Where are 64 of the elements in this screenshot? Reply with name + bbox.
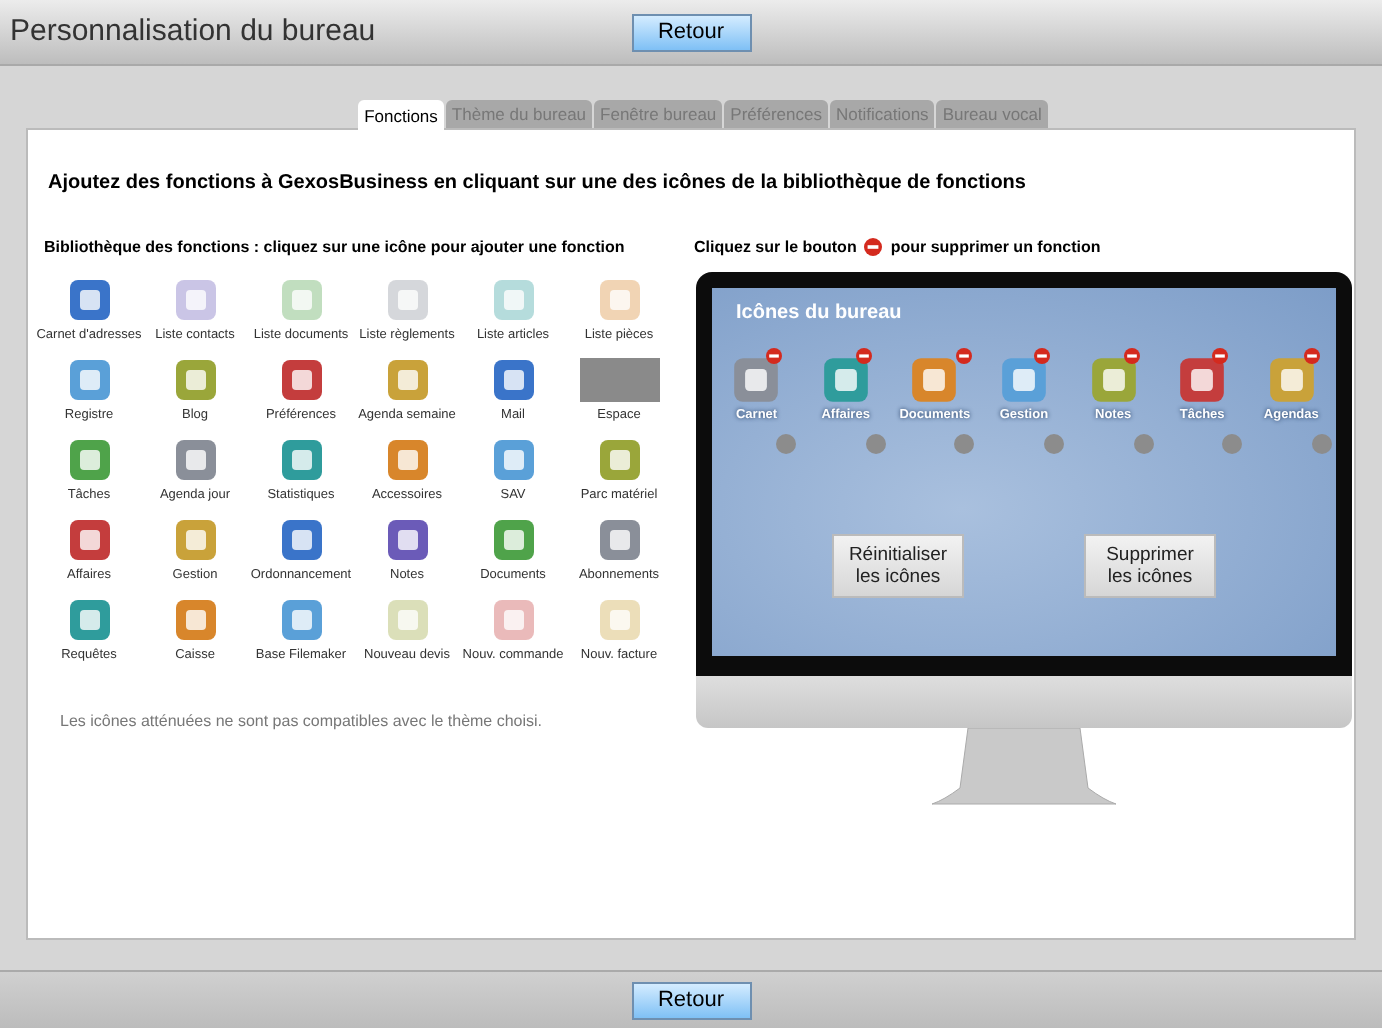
slot-dot-icon (1043, 434, 1064, 454)
tab[interactable]: Fonctions (358, 100, 444, 130)
tile-icon (597, 598, 641, 642)
tile-icon (173, 278, 217, 322)
back-button[interactable]: Retour (631, 13, 751, 51)
tile-icon (279, 598, 323, 642)
tile-icon (173, 598, 217, 642)
compatibility-note: Les icônes atténuées ne sont pas compatibles avec le thème choisi. (60, 712, 545, 730)
slot-dot-icon (865, 434, 886, 454)
back-button[interactable]: Retour (631, 981, 751, 1019)
remove-icon[interactable] (766, 348, 783, 364)
tile-icon (67, 358, 111, 402)
tile-icon (491, 518, 535, 562)
tile-icon (173, 518, 217, 562)
slot-dot-icon (1222, 434, 1243, 454)
tile-icon (279, 438, 323, 482)
tile-icon (173, 358, 217, 402)
tile-icon (279, 518, 323, 562)
hint-text: Cliquez sur le bouton (694, 238, 857, 256)
tile-icon (67, 278, 111, 322)
tile-icon (385, 518, 429, 562)
blank-tile-icon (579, 358, 659, 402)
remove-icon[interactable] (1304, 348, 1321, 364)
heading: Ajoutez des fonctions à GexosBusiness en cliquant sur une des icônes de la bibliothèque de fonctions (48, 172, 1028, 194)
tile-icon (1178, 356, 1227, 404)
tile-icon (910, 356, 959, 404)
tile-icon (67, 598, 111, 642)
screen-button[interactable]: Réinitialiser les icônes (832, 534, 964, 598)
tile-icon (173, 438, 217, 482)
window-title: Personnalisation du bureau (10, 14, 376, 48)
tile-icon (385, 598, 429, 642)
remove-icon[interactable] (1212, 348, 1229, 364)
tile-icon (385, 278, 429, 322)
tile-icon (1089, 356, 1138, 404)
tile-icon (491, 358, 535, 402)
tile-icon (491, 278, 535, 322)
tile-icon (385, 358, 429, 402)
tile-icon (385, 438, 429, 482)
slot-dot-icon (954, 434, 975, 454)
tile-icon (279, 278, 323, 322)
library-title: Bibliothèque des fonctions : cliquez sur une icône pour ajouter une fonction (42, 238, 627, 256)
tile-icon (491, 598, 535, 642)
hint-text: pour supprimer un fonction (890, 238, 1101, 256)
tile-icon (67, 518, 111, 562)
slot-dot-icon (776, 434, 797, 454)
tile-icon (597, 438, 641, 482)
remove-icon[interactable] (1123, 348, 1140, 364)
remove-icon (864, 238, 883, 256)
tile-icon (999, 356, 1048, 404)
remove-icon[interactable] (855, 348, 872, 364)
tile-icon (732, 356, 781, 404)
tile-icon (279, 358, 323, 402)
screen-title: Icônes du bureau (734, 300, 904, 324)
tile-icon (821, 356, 870, 404)
tile-icon (491, 438, 535, 482)
tile-icon (597, 518, 641, 562)
tile-icon (1267, 356, 1316, 404)
tile-icon (597, 278, 641, 322)
screen-button[interactable]: Supprimer les icônes (1084, 534, 1216, 598)
remove-icon[interactable] (956, 348, 973, 364)
slot-dot-icon (1311, 434, 1332, 454)
remove-icon[interactable] (1034, 348, 1051, 364)
tile-icon (67, 438, 111, 482)
slot-dot-icon (1133, 434, 1154, 454)
